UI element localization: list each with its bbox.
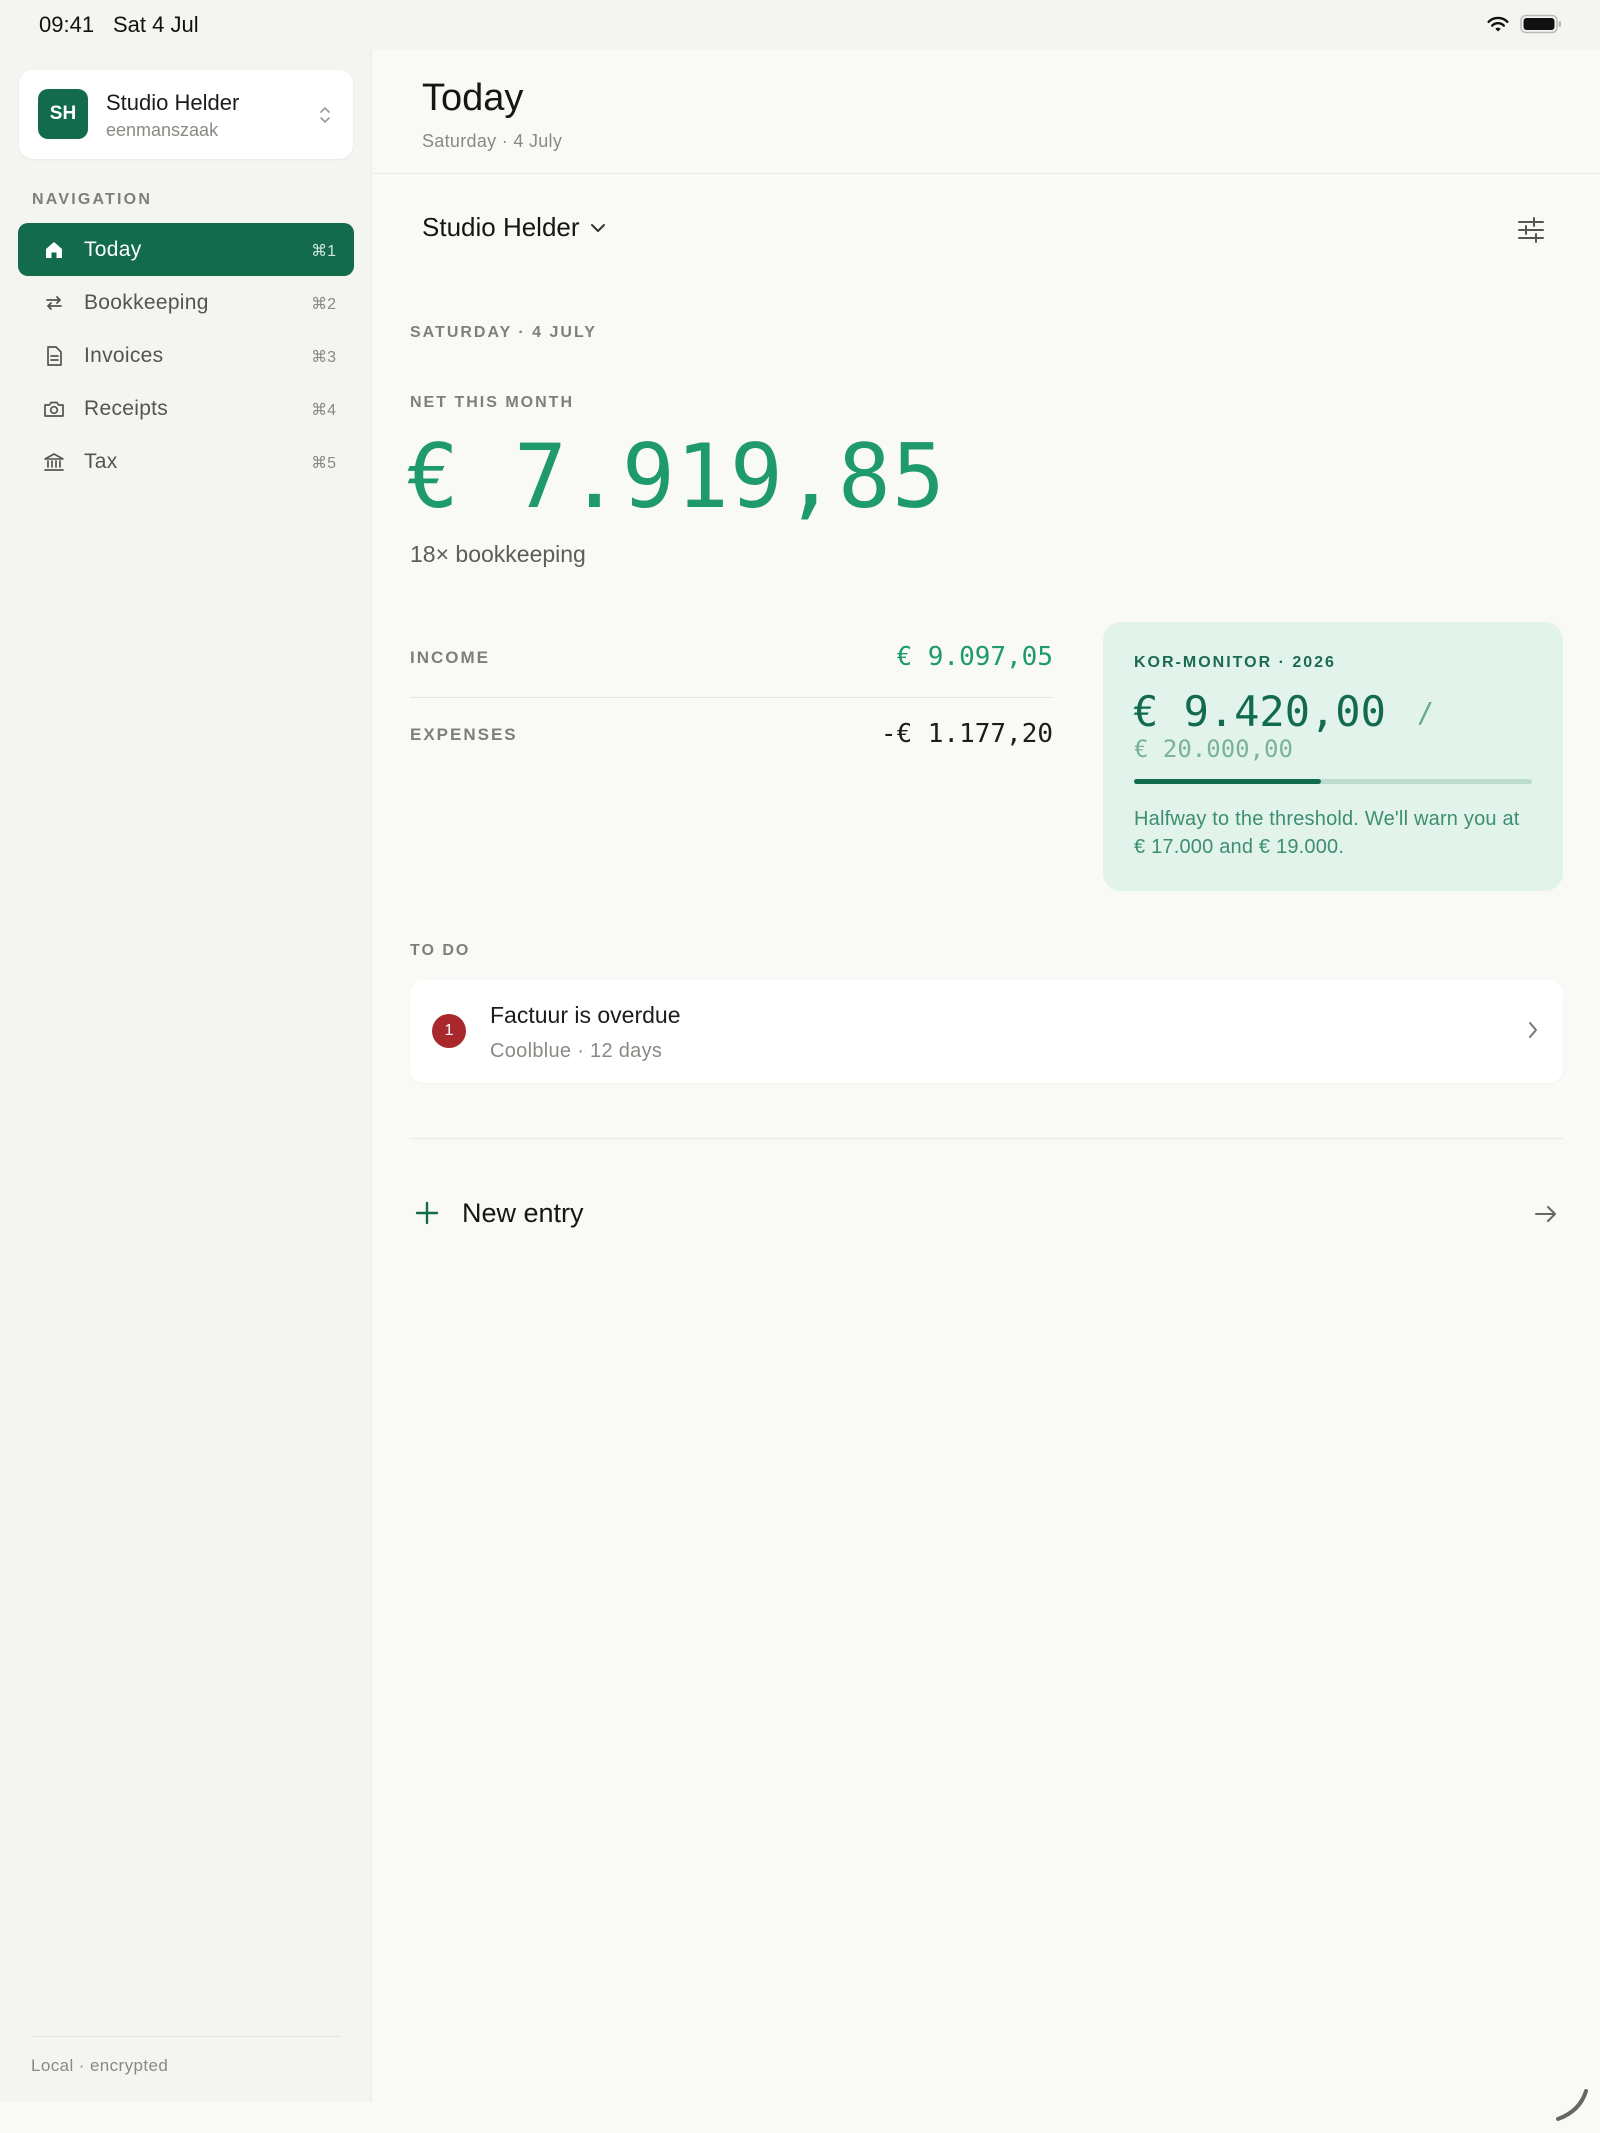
document-icon: [47, 346, 62, 366]
camera-icon: [44, 401, 64, 417]
page-title: Today: [422, 77, 524, 119]
new-entry-button[interactable]: New entry: [410, 1190, 1563, 1240]
expenses-label: EXPENSES: [410, 725, 518, 744]
sidebar-item-label: Today: [84, 238, 142, 261]
sidebar-footer: Local · encrypted: [31, 2056, 169, 2075]
kor-separator: /: [1417, 696, 1434, 729]
todo-heading: TO DO: [410, 942, 471, 959]
income-label: INCOME: [410, 648, 490, 667]
wifi-icon: [1487, 16, 1509, 32]
sidebar-item-invoices[interactable]: Invoices ⌘3: [18, 329, 354, 382]
todo-item[interactable]: 1 Factuur is overdue Coolblue · 12 days: [410, 980, 1563, 1083]
expenses-row: EXPENSES -€ 1.177,20: [410, 699, 1053, 775]
alert-count-badge: 1: [432, 1014, 466, 1048]
chevron-right-icon: [1529, 1022, 1537, 1038]
sidebar-item-bookkeeping[interactable]: Bookkeeping ⌘2: [18, 276, 354, 329]
home-icon: [46, 242, 62, 258]
sidebar-item-receipts[interactable]: Receipts ⌘4: [18, 382, 354, 435]
stat-divider: [410, 697, 1053, 698]
income-row: INCOME € 9.097,05: [410, 622, 1053, 698]
page-subtitle: Saturday · 4 July: [422, 131, 563, 151]
company-picker[interactable]: Studio Helder: [422, 212, 606, 243]
arrow-right-icon: [1535, 1206, 1556, 1222]
kor-monitor-card[interactable]: KOR-MONITOR · 2026 € 9.420,00 / € 20.000…: [1103, 622, 1563, 891]
company-picker-label: Studio Helder: [422, 212, 580, 242]
kor-progress-fill: [1134, 779, 1322, 784]
todo-subtitle: Coolblue · 12 days: [490, 1040, 663, 1062]
sidebar-item-label: Receipts: [84, 397, 169, 420]
sidebar-item-today[interactable]: Today ⌘1: [18, 223, 354, 276]
sidebar-item-label: Tax: [84, 450, 118, 473]
expenses-value: -€ 1.177,20: [880, 719, 1053, 749]
kor-title: KOR-MONITOR · 2026: [1134, 654, 1336, 671]
sidebar-divider: [32, 2036, 340, 2037]
page-header: Today Saturday · 4 July: [373, 50, 1600, 174]
account-name: Studio Helder: [106, 90, 240, 115]
avatar: SH: [38, 89, 88, 139]
plus-icon: [415, 1201, 439, 1225]
sidebar-item-label: Invoices: [84, 344, 164, 367]
sidebar-item-tax[interactable]: Tax ⌘5: [18, 435, 354, 488]
status-date: Sat 4 Jul: [113, 12, 199, 37]
shortcut-label: ⌘5: [311, 455, 336, 472]
account-type: eenmanszaak: [106, 120, 219, 140]
nav-heading: NAVIGATION: [32, 191, 153, 208]
status-icons: [1486, 14, 1562, 34]
shortcut-label: ⌘4: [311, 402, 336, 419]
kor-note: Halfway to the threshold. We'll warn you…: [1134, 808, 1520, 858]
kor-amount: € 9.420,00: [1133, 687, 1386, 736]
new-entry-label: New entry: [462, 1198, 584, 1228]
kor-limit: € 20.000,00: [1134, 735, 1293, 763]
bank-icon: [44, 453, 64, 471]
sidebar-item-label: Bookkeeping: [84, 291, 209, 314]
battery-icon: [1520, 14, 1561, 34]
transfer-icon: [46, 296, 62, 310]
account-switcher[interactable]: SH Studio Helder eenmanszaak: [19, 70, 353, 159]
chevron-up-down-icon: [320, 107, 330, 123]
shortcut-label: ⌘2: [311, 296, 336, 313]
net-amount: € 7.919,85: [406, 425, 946, 528]
todo-title: Factuur is overdue: [490, 1002, 681, 1028]
net-subtitle: 18× bookkeeping: [410, 541, 586, 567]
status-bar: 09:41 Sat 4 Jul: [0, 0, 1600, 50]
status-time: 09:41: [39, 12, 95, 37]
sidebar: SH Studio Helder eenmanszaak NAVIGATION …: [0, 50, 372, 2102]
income-value: € 9.097,05: [896, 642, 1053, 672]
sliders-icon[interactable]: [1515, 214, 1547, 246]
net-caption: NET THIS MONTH: [410, 394, 574, 411]
chevron-down-icon: [590, 223, 605, 232]
shortcut-label: ⌘3: [311, 349, 336, 366]
resize-handle-icon[interactable]: [1552, 2085, 1592, 2125]
kor-progress-bar: [1134, 779, 1532, 784]
date-caption: SATURDAY · 4 JULY: [410, 324, 597, 341]
section-divider: [410, 1138, 1563, 1139]
shortcut-label: ⌘1: [311, 243, 336, 260]
